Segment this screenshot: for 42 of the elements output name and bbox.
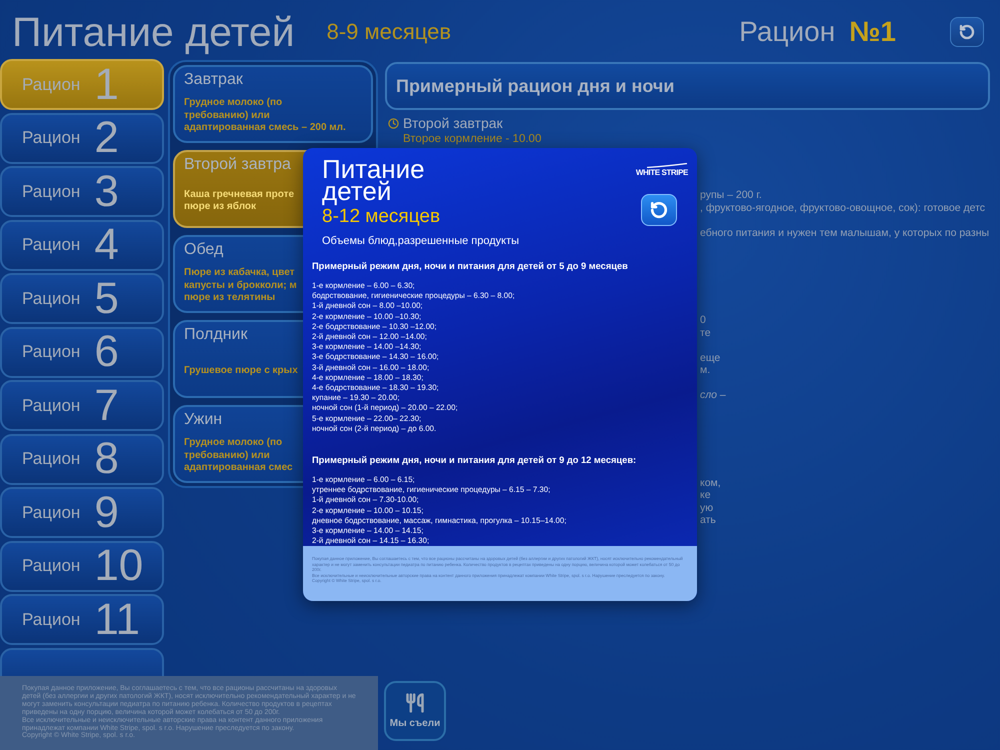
meal-description: Каша гречневая проте пюре из яблок [184, 188, 294, 214]
circular-arrow-icon [959, 24, 975, 40]
eaten-button[interactable]: Мы съели [384, 681, 446, 741]
feeding-time: Второе кормление - 10.00 [403, 132, 542, 146]
back-button[interactable] [950, 17, 984, 47]
meal-description: Пюре из кабачка, цвет капусты и брокколи; м пюре из телятины [184, 267, 297, 305]
sidebar-item[interactable]: Рацион 8 [0, 434, 164, 484]
fork-knife-icon [405, 692, 425, 714]
meal-description: Грушевое пюре с крых [184, 364, 298, 378]
meal-title: Второй завтра [184, 155, 291, 175]
sidebar-item[interactable]: Рацион 5 [0, 273, 164, 324]
sidebar-item[interactable]: Рацион 4 [0, 220, 164, 270]
brand-logo: WHITE STRIPE [636, 163, 688, 178]
sidebar-item[interactable]: Рацион 10 [0, 540, 164, 592]
panel-title: Примерный рацион дня и ночи [396, 75, 674, 97]
back-button[interactable] [641, 194, 677, 226]
clock-icon [388, 118, 399, 129]
meal-title: Ужин [184, 410, 222, 430]
meal-title: Завтрак [184, 70, 243, 90]
body-text: еще м. [700, 352, 720, 376]
ration-number: №1 [849, 16, 896, 48]
body-text: ком, ке ую ать [700, 476, 721, 526]
circular-arrow-icon [650, 201, 668, 219]
meal-title: Полдник [184, 325, 248, 345]
body-text: 0 те [700, 314, 711, 339]
body-text: сло – [700, 389, 726, 402]
sidebar-item[interactable]: Рацион 9 [0, 487, 164, 538]
meal-card[interactable]: Завтрак Грудное молоко (по требованию) или адаптированная смесь – 200 мл. [173, 65, 373, 143]
body-text: ебного питания и нужен тем малышам, у которых по разны [700, 226, 990, 239]
app-title: Питание детей [12, 9, 295, 55]
body-text: рупы – 200 г. , фруктово-ягодное, фруктово-овощное, сок): готовое детс [700, 189, 986, 214]
meal-description: Грудное молоко (по требованию) или адаптированная смесь – 200 мл. [184, 97, 346, 135]
meal-description: Грудное молоко (по требованию) или адаптированная смес [184, 437, 293, 475]
sidebar-item[interactable]: Рацион 3 [0, 166, 164, 217]
age-label: 8-9 месяцев [326, 19, 452, 45]
sidebar-item[interactable]: Рацион 2 [0, 112, 164, 164]
sidebar-item[interactable]: Рацион 6 [0, 326, 164, 378]
ration-label: Рацион [739, 16, 836, 48]
meal-title: Обед [184, 240, 224, 260]
sidebar-item[interactable]: Рацион 11 [0, 594, 164, 645]
sidebar-item[interactable]: Рацион 7 [0, 380, 164, 431]
meal-heading: Второй завтрак [403, 115, 503, 132]
